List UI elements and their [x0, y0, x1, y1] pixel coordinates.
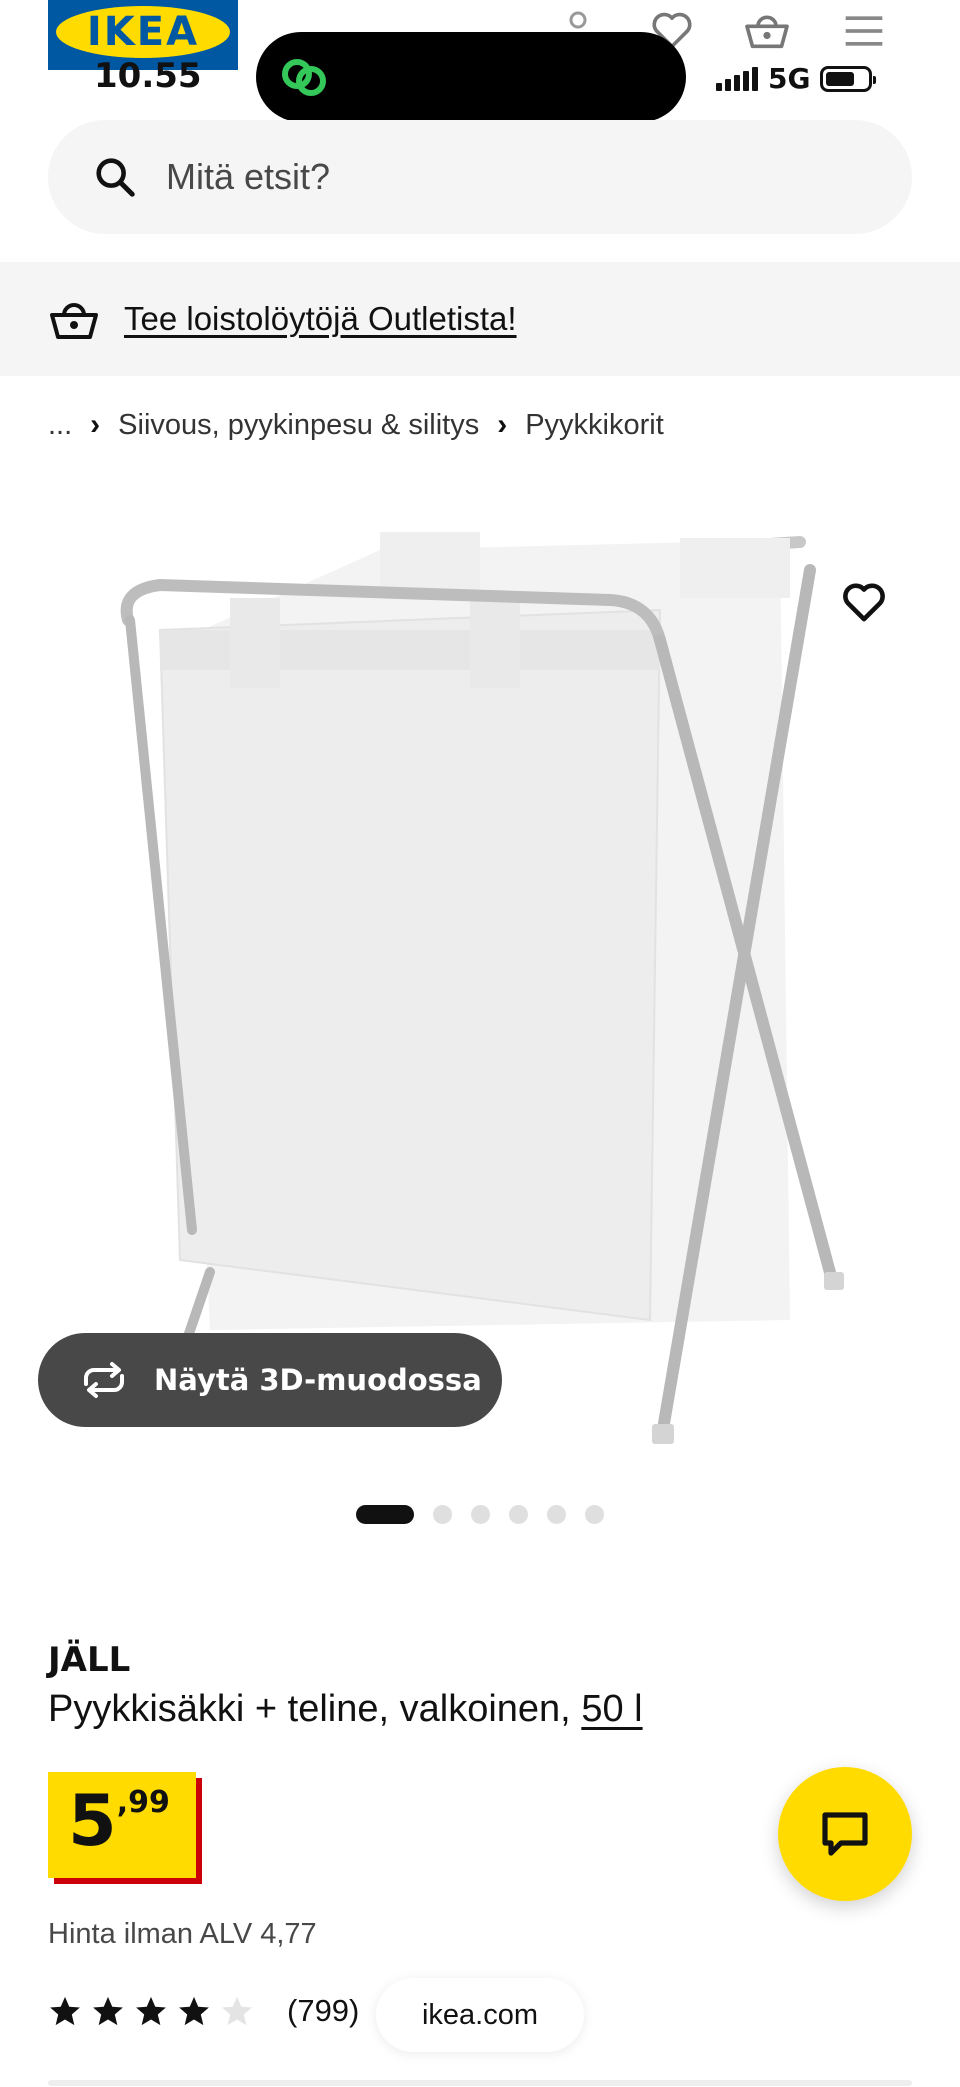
basket-icon[interactable] [742, 10, 792, 50]
search-icon [96, 158, 135, 197]
breadcrumb-item-laundry-baskets[interactable]: Pyykkikorit [525, 409, 664, 442]
star-filled-icon [179, 1996, 209, 2026]
view-3d-label: Näytä 3D-muodossa [154, 1363, 482, 1397]
product-size-link[interactable]: 50 l [581, 1688, 642, 1730]
add-to-favourites-button[interactable] [834, 572, 894, 632]
star-empty-icon [222, 1996, 252, 2026]
carousel-dot[interactable] [433, 1505, 452, 1524]
rotate-3d-icon [84, 1362, 124, 1398]
battery-icon [820, 65, 877, 92]
price-excl-vat: Hinta ilman ALV 4,77 [48, 1918, 317, 1950]
status-time: 10.55 [94, 56, 202, 96]
carousel-dot[interactable] [585, 1505, 604, 1524]
view-3d-button[interactable]: Näytä 3D-muodossa [38, 1333, 502, 1427]
price-decimal: ,99 [116, 1785, 170, 1820]
star-filled-icon [50, 1996, 80, 2026]
dynamic-island [256, 32, 686, 122]
logo-text: IKEA [86, 9, 200, 55]
product-description: Pyykkisäkki + teline, valkoinen, 50 l [48, 1688, 643, 1731]
search-bar[interactable]: Mitä etsit? [48, 120, 912, 234]
star-filled-icon [93, 1996, 123, 2026]
top-bar: IKEA 10.55 5G [0, 0, 960, 122]
rating-count: (799) [287, 1993, 360, 2028]
breadcrumb-ellipsis[interactable]: ... [48, 409, 72, 442]
network-label: 5G [768, 62, 811, 95]
carousel-indicator [356, 1505, 604, 1524]
breadcrumb: ... › Siivous, pyykinpesu & silitys › Py… [48, 408, 664, 442]
signal-icon [716, 66, 758, 91]
breadcrumb-item-cleaning[interactable]: Siivous, pyykinpesu & silitys [118, 409, 479, 442]
product-name: JÄLL [48, 1640, 131, 1680]
outlet-banner[interactable]: Tee loistolöytöjä Outletista! [0, 262, 960, 376]
menu-icon[interactable] [842, 14, 886, 48]
user-icon[interactable] [560, 6, 596, 34]
chat-button[interactable] [778, 1767, 912, 1901]
carousel-dot[interactable] [547, 1505, 566, 1524]
chevron-right-icon: › [497, 408, 508, 441]
star-filled-icon [136, 1996, 166, 2026]
carousel-dot[interactable] [471, 1505, 490, 1524]
status-indicators: 5G [716, 62, 877, 95]
heart-icon [843, 583, 885, 622]
search-placeholder: Mitä etsit? [166, 156, 331, 197]
product-image[interactable] [0, 480, 960, 1460]
section-divider [48, 2080, 912, 2086]
carousel-dot[interactable] [509, 1505, 528, 1524]
product-rating[interactable]: (799) [48, 1993, 359, 2029]
chevron-right-icon: › [90, 408, 101, 441]
price-integer: 5 [68, 1780, 117, 1862]
chat-icon [822, 1812, 868, 1856]
product-description-text: Pyykkisäkki + teline, valkoinen, [48, 1688, 571, 1730]
carousel-dot[interactable] [356, 1505, 414, 1524]
site-url-pill[interactable]: ikea.com [376, 1978, 584, 2052]
basket-icon [50, 303, 98, 339]
outlet-link[interactable]: Tee loistolöytöjä Outletista! [124, 300, 517, 338]
link-icon [282, 59, 326, 96]
logo-oval: IKEA [56, 6, 230, 58]
price-tag: 5 ,99 [48, 1772, 196, 1878]
